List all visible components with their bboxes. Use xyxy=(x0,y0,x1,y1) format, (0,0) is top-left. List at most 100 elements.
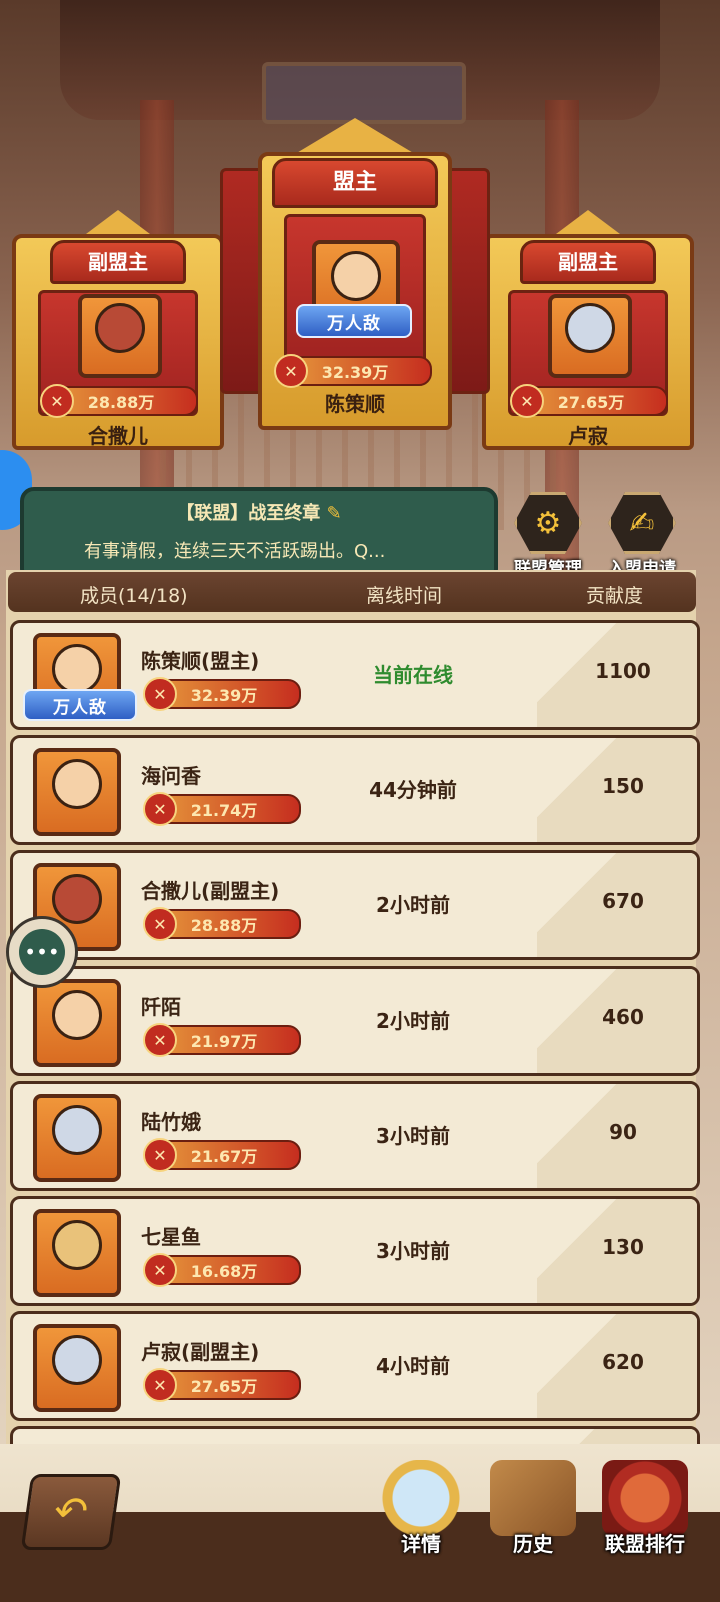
power-text: 32.39万 xyxy=(321,363,389,382)
ranking-banner-icon xyxy=(602,1460,688,1536)
member-list-header: 成员(14/18) 离线时间 贡献度 xyxy=(8,572,696,612)
power-text: 21.67万 xyxy=(190,1147,258,1166)
leader-name: 合撒儿 xyxy=(88,424,148,448)
alliance-manage-button[interactable]: ⚙ 联盟管理 xyxy=(508,492,588,579)
offline-time: 3小时前 xyxy=(376,1124,450,1148)
announcement-text: 有事请假，连续三天不活跃踢出。Q... xyxy=(84,541,386,562)
contribution-value: 1100 xyxy=(595,659,651,683)
power-text: 28.88万 xyxy=(87,393,155,412)
power-value: ✕ 21.67万 xyxy=(143,1138,301,1172)
power-value: ✕ 21.74万 xyxy=(143,792,301,826)
crossed-swords-icon: ✕ xyxy=(143,907,177,941)
power-text: 16.68万 xyxy=(190,1262,258,1281)
member-row[interactable]: 七星鱼 ✕ 16.68万 3小时前 130 xyxy=(10,1196,700,1306)
pencil-icon[interactable]: ✎ xyxy=(327,503,342,524)
back-arrow-icon: ↶ xyxy=(51,1489,91,1535)
document-pen-icon: ✍ xyxy=(608,492,676,554)
deputy-title: 副盟主 xyxy=(50,240,186,284)
announcement-title: 【联盟】战至终章 ✎ xyxy=(24,499,494,525)
power-text: 28.88万 xyxy=(190,916,258,935)
details-label: 详情 xyxy=(401,1532,441,1556)
crossed-swords-icon: ✕ xyxy=(143,1023,177,1057)
offline-time: 4小时前 xyxy=(376,1354,450,1378)
leader-title: 盟主 xyxy=(272,158,438,208)
chat-bubble-icon: ••• xyxy=(19,929,65,975)
member-header: 成员(14/18) xyxy=(80,585,188,607)
member-name: 海问香 xyxy=(141,764,201,788)
alliance-name: 【联盟】战至终章 xyxy=(176,503,321,524)
history-label: 历史 xyxy=(513,1532,553,1556)
crossed-swords-icon: ✕ xyxy=(274,354,308,388)
title-badge: 万人敌 xyxy=(296,304,412,338)
member-row[interactable]: 合撒儿(副盟主) ✕ 28.88万 2小时前 670 xyxy=(10,850,700,960)
power-text: 27.65万 xyxy=(190,1377,258,1396)
crossed-swords-icon: ✕ xyxy=(143,792,177,826)
crossed-swords-icon: ✕ xyxy=(510,384,544,418)
power-value: ✕ 28.88万 xyxy=(40,384,198,418)
power-value: ✕ 32.39万 xyxy=(274,354,432,388)
member-row[interactable]: 卢寂(副盟主) ✕ 27.65万 4小时前 620 xyxy=(10,1311,700,1421)
alliance-leader[interactable]: 盟主 万人敌 ✕ 32.39万 陈策顺 xyxy=(214,118,496,440)
member-row[interactable]: 海问香 ✕ 21.74万 44分钟前 150 xyxy=(10,735,700,845)
member-row[interactable]: 陆竹娥 ✕ 21.67万 3小时前 90 xyxy=(10,1081,700,1191)
crossed-swords-icon: ✕ xyxy=(143,1138,177,1172)
contribution-value: 670 xyxy=(602,889,644,913)
power-text: 27.65万 xyxy=(557,393,625,412)
offline-time: 当前在线 xyxy=(373,663,453,687)
offline-time: 2小时前 xyxy=(376,893,450,917)
deputy-title: 副盟主 xyxy=(520,240,656,284)
chat-button[interactable]: ••• xyxy=(6,916,78,988)
title-badge: 万人敌 xyxy=(23,689,137,721)
tab-ranking[interactable]: 联盟排行 xyxy=(590,1460,700,1557)
ranking-label: 联盟排行 xyxy=(605,1532,685,1556)
offline-time: 44分钟前 xyxy=(369,778,457,802)
leader-name: 陈策顺 xyxy=(325,392,385,416)
crossed-swords-icon: ✕ xyxy=(143,1368,177,1402)
back-button[interactable]: ↶ xyxy=(20,1474,122,1550)
power-text: 21.97万 xyxy=(190,1032,258,1051)
contribution-value: 90 xyxy=(609,1120,637,1144)
join-requests-button[interactable]: ✍ 入盟申请 xyxy=(602,492,682,579)
power-text: 32.39万 xyxy=(190,686,258,705)
member-name: 陈策顺(盟主) xyxy=(141,649,260,673)
member-row[interactable]: 万人敌 陈策顺(盟主) ✕ 32.39万 当前在线 1100 xyxy=(10,620,700,730)
deputy-leader-left[interactable]: 副盟主 ✕ 28.88万 合撒儿 xyxy=(12,210,224,450)
power-text: 21.74万 xyxy=(190,801,258,820)
contribution-header: 贡献度 xyxy=(586,585,644,607)
crossed-swords-icon: ✕ xyxy=(40,384,74,418)
power-value: ✕ 16.68万 xyxy=(143,1253,301,1287)
avatar xyxy=(33,748,121,836)
crown-ornament xyxy=(295,118,415,154)
tab-details[interactable]: 详情 xyxy=(366,1460,476,1557)
member-name: 陆竹娥 xyxy=(141,1110,201,1134)
member-name: 合撒儿(副盟主) xyxy=(141,879,280,903)
avatar xyxy=(33,979,121,1067)
hall-sign xyxy=(262,62,466,124)
member-name: 七星鱼 xyxy=(141,1225,201,1249)
power-value: ✕ 28.88万 xyxy=(143,907,301,941)
contribution-value: 130 xyxy=(602,1235,644,1259)
crossed-swords-icon: ✕ xyxy=(143,1253,177,1287)
power-value: ✕ 27.65万 xyxy=(510,384,668,418)
avatar xyxy=(33,1094,121,1182)
avatar xyxy=(33,1324,121,1412)
avatar xyxy=(78,294,162,378)
member-name: 卢寂(副盟主) xyxy=(141,1340,260,1364)
contribution-value: 460 xyxy=(602,1005,644,1029)
deputy-leader-right[interactable]: 副盟主 ✕ 27.65万 卢寂 xyxy=(482,210,694,450)
avatar xyxy=(548,294,632,378)
power-value: ✕ 21.97万 xyxy=(143,1023,301,1057)
offline-time: 3小时前 xyxy=(376,1239,450,1263)
contribution-value: 620 xyxy=(602,1350,644,1374)
offline-header: 离线时间 xyxy=(366,585,443,607)
magnifier-icon xyxy=(378,1460,464,1536)
member-row[interactable]: 阡陌 ✕ 21.97万 2小时前 460 xyxy=(10,966,700,1076)
power-value: ✕ 32.39万 xyxy=(143,677,301,711)
tab-history[interactable]: 历史 xyxy=(478,1460,588,1557)
contribution-value: 150 xyxy=(602,774,644,798)
announcement-panel[interactable]: 【联盟】战至终章 ✎ 有事请假，连续三天不活跃踢出。Q... xyxy=(20,487,498,583)
leader-name: 卢寂 xyxy=(568,424,608,448)
power-value: ✕ 27.65万 xyxy=(143,1368,301,1402)
gear-icon: ⚙ xyxy=(514,492,582,554)
scroll-icon xyxy=(490,1460,576,1536)
